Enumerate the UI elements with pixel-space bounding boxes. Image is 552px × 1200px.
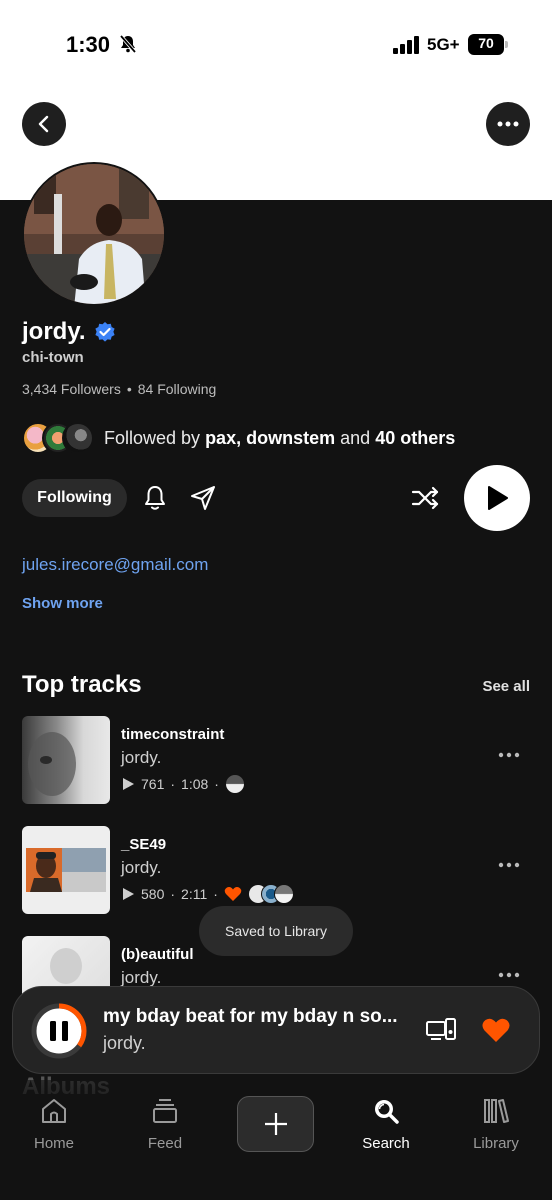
track-title: _SE49 (121, 836, 167, 853)
liker-avatars (247, 884, 294, 904)
like-heart-icon[interactable] (481, 1017, 511, 1044)
back-button[interactable] (22, 102, 66, 146)
status-bar: 1:30 5G+ 70 (0, 0, 552, 90)
followed-by-text: Followed by pax, downstem and 40 others (104, 427, 456, 448)
chevron-left-icon (38, 115, 49, 133)
search-icon (375, 1100, 399, 1124)
pause-button[interactable] (31, 1003, 87, 1059)
tab-label: Home (33, 1135, 74, 1152)
status-time: 1:30 (66, 32, 111, 57)
track-duration: 2:11 (181, 886, 208, 902)
show-more-button[interactable]: Show more (22, 595, 103, 612)
mini-player[interactable]: my bday beat for my bday n so... jordy. (12, 986, 540, 1074)
liker-avatar (273, 884, 294, 904)
tab-label: Feed (147, 1135, 183, 1152)
bell-muted-icon (119, 34, 137, 54)
follow-stats: 3,434 Followers • 84 Following (22, 381, 216, 397)
heart-filled-icon (224, 887, 242, 901)
send-message-icon[interactable] (188, 483, 218, 513)
tab-label: Library (473, 1135, 519, 1152)
feed-icon (153, 1099, 177, 1123)
verified-badge-icon (94, 322, 115, 342)
track-row[interactable]: _SE49 jordy. 580 · 2:11 · (22, 826, 530, 916)
more-options-button[interactable] (486, 102, 530, 146)
track-artwork (22, 716, 110, 804)
track-meta: 580 · 2:11 · (121, 884, 294, 904)
tab-feed[interactable]: Feed (120, 1096, 210, 1152)
liker-avatar (224, 774, 245, 794)
play-all-button[interactable] (464, 465, 530, 531)
profile-name: jordy. (22, 318, 86, 345)
follower-avatars (22, 421, 94, 455)
track-plays: 580 (141, 886, 165, 902)
play-count-icon (123, 888, 134, 900)
shuffle-icon[interactable] (410, 483, 442, 513)
play-icon (488, 486, 508, 510)
follower-avatar (62, 422, 94, 454)
tab-label: Search (362, 1135, 410, 1152)
see-all-button[interactable]: See all (482, 678, 530, 695)
track-title: timeconstraint (121, 726, 225, 743)
create-upload-button[interactable] (237, 1096, 314, 1152)
library-icon (484, 1099, 509, 1123)
track-more-icon[interactable] (498, 752, 520, 758)
profile-email-link[interactable]: jules.irecore@gmail.com (22, 555, 208, 575)
saved-toast: Saved to Library (199, 906, 353, 956)
battery-icon: 70 (468, 34, 508, 55)
track-artist: jordy. (121, 858, 162, 877)
avatar-image (24, 164, 164, 304)
track-title: (b)eautiful (121, 946, 194, 963)
battery-level: 70 (478, 35, 494, 51)
following-count[interactable]: 84 Following (138, 381, 217, 397)
signal-icon (393, 36, 419, 54)
track-artist: jordy. (121, 748, 162, 767)
track-row[interactable]: timeconstraint jordy. 761 · 1:08 · (22, 716, 530, 806)
tab-search[interactable]: Search (341, 1096, 431, 1152)
track-plays: 761 (141, 776, 165, 792)
track-more-icon[interactable] (498, 972, 520, 978)
more-horizontal-icon (497, 121, 519, 127)
track-artwork (22, 826, 110, 914)
now-playing-artist: jordy. (103, 1033, 146, 1053)
plus-icon (264, 1113, 287, 1135)
connect-device-icon[interactable] (425, 1017, 457, 1045)
profile-name-row: jordy. (22, 318, 116, 346)
tab-bar: Home Feed Search Library (0, 1080, 552, 1200)
tab-library[interactable]: Library (451, 1096, 541, 1152)
track-meta: 761 · 1:08 · (121, 774, 245, 794)
home-icon (42, 1099, 66, 1123)
profile-avatar[interactable] (22, 162, 166, 306)
track-duration: 1:08 (181, 776, 209, 792)
track-artist: jordy. (121, 968, 162, 987)
followed-by-row[interactable]: Followed by pax, downstem and 40 others (22, 421, 455, 455)
now-playing-title: my bday beat for my bday n so... (103, 1006, 398, 1027)
network-type: 5G+ (427, 35, 460, 54)
tab-home[interactable]: Home (9, 1096, 99, 1152)
following-button[interactable]: Following (22, 479, 127, 517)
followers-count[interactable]: 3,434 Followers (22, 381, 121, 397)
stats-separator: • (126, 381, 132, 397)
profile-location: chi-town (22, 349, 84, 366)
bell-icon[interactable] (140, 483, 170, 513)
top-tracks-title: Top tracks (22, 671, 142, 698)
play-count-icon (123, 778, 134, 790)
track-more-icon[interactable] (498, 862, 520, 868)
